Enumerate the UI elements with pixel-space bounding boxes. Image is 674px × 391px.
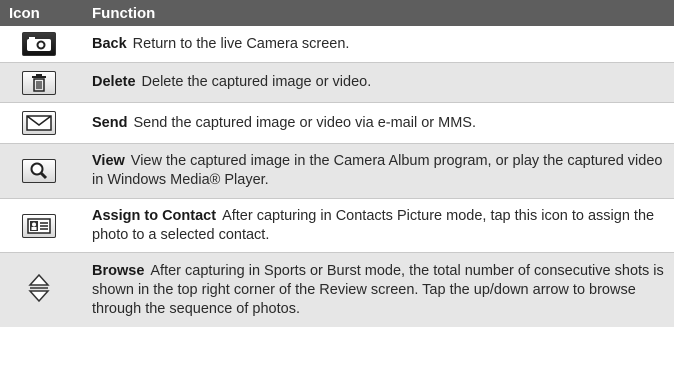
table-row: Browse After capturing in Sports or Burst…: [0, 253, 674, 327]
function-desc: Send the captured image or video via e-m…: [133, 114, 476, 131]
function-desc: Delete the captured image or video.: [141, 74, 372, 90]
icon-function-table: Icon Function Back Return to the live Cam…: [0, 0, 674, 327]
table-row: Delete Delete the captured image or video…: [0, 63, 674, 103]
contact-card-icon: [22, 213, 56, 238]
function-name: Assign to Contact: [92, 207, 217, 224]
function-desc: View the captured image in the Camera Al…: [92, 153, 663, 188]
function-name: Send: [92, 114, 128, 131]
trash-icon: [22, 70, 56, 95]
table-row: Send Send the captured image or video via…: [0, 103, 674, 144]
table-header: Icon Function: [0, 0, 674, 26]
function-name: Back: [92, 35, 127, 52]
header-function: Function: [92, 4, 156, 22]
table-row: Back Return to the live Camera screen.: [0, 26, 674, 63]
camera-icon: [22, 32, 56, 56]
function-desc: After capturing in Sports or Burst mode,…: [92, 262, 664, 317]
function-name: View: [92, 153, 125, 169]
function-name: Browse: [92, 262, 145, 279]
table-row: View View the captured image in the Camer…: [0, 144, 674, 199]
envelope-icon: [22, 111, 56, 135]
magnifier-icon: [22, 159, 56, 183]
function-name: Delete: [92, 74, 136, 90]
header-icon: Icon: [9, 4, 40, 22]
table-row: Assign to Contact After capturing in Cont…: [0, 199, 674, 253]
function-desc: Return to the live Camera screen.: [132, 35, 350, 52]
up-down-arrow-icon: [28, 273, 50, 308]
